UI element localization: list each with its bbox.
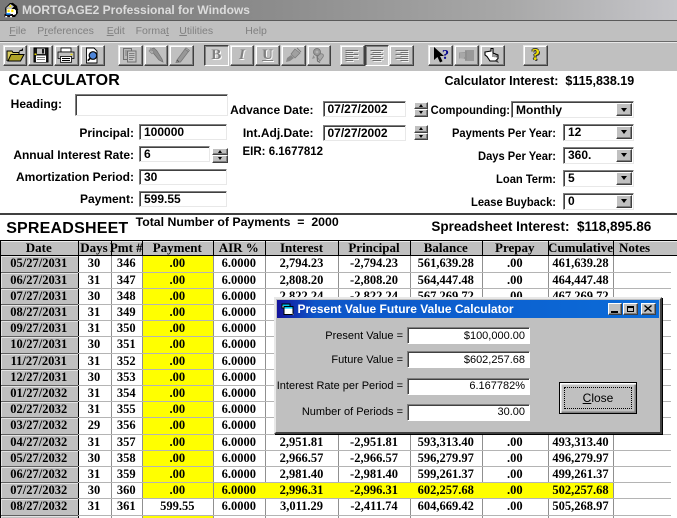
svg-text:?: ? xyxy=(442,48,449,63)
